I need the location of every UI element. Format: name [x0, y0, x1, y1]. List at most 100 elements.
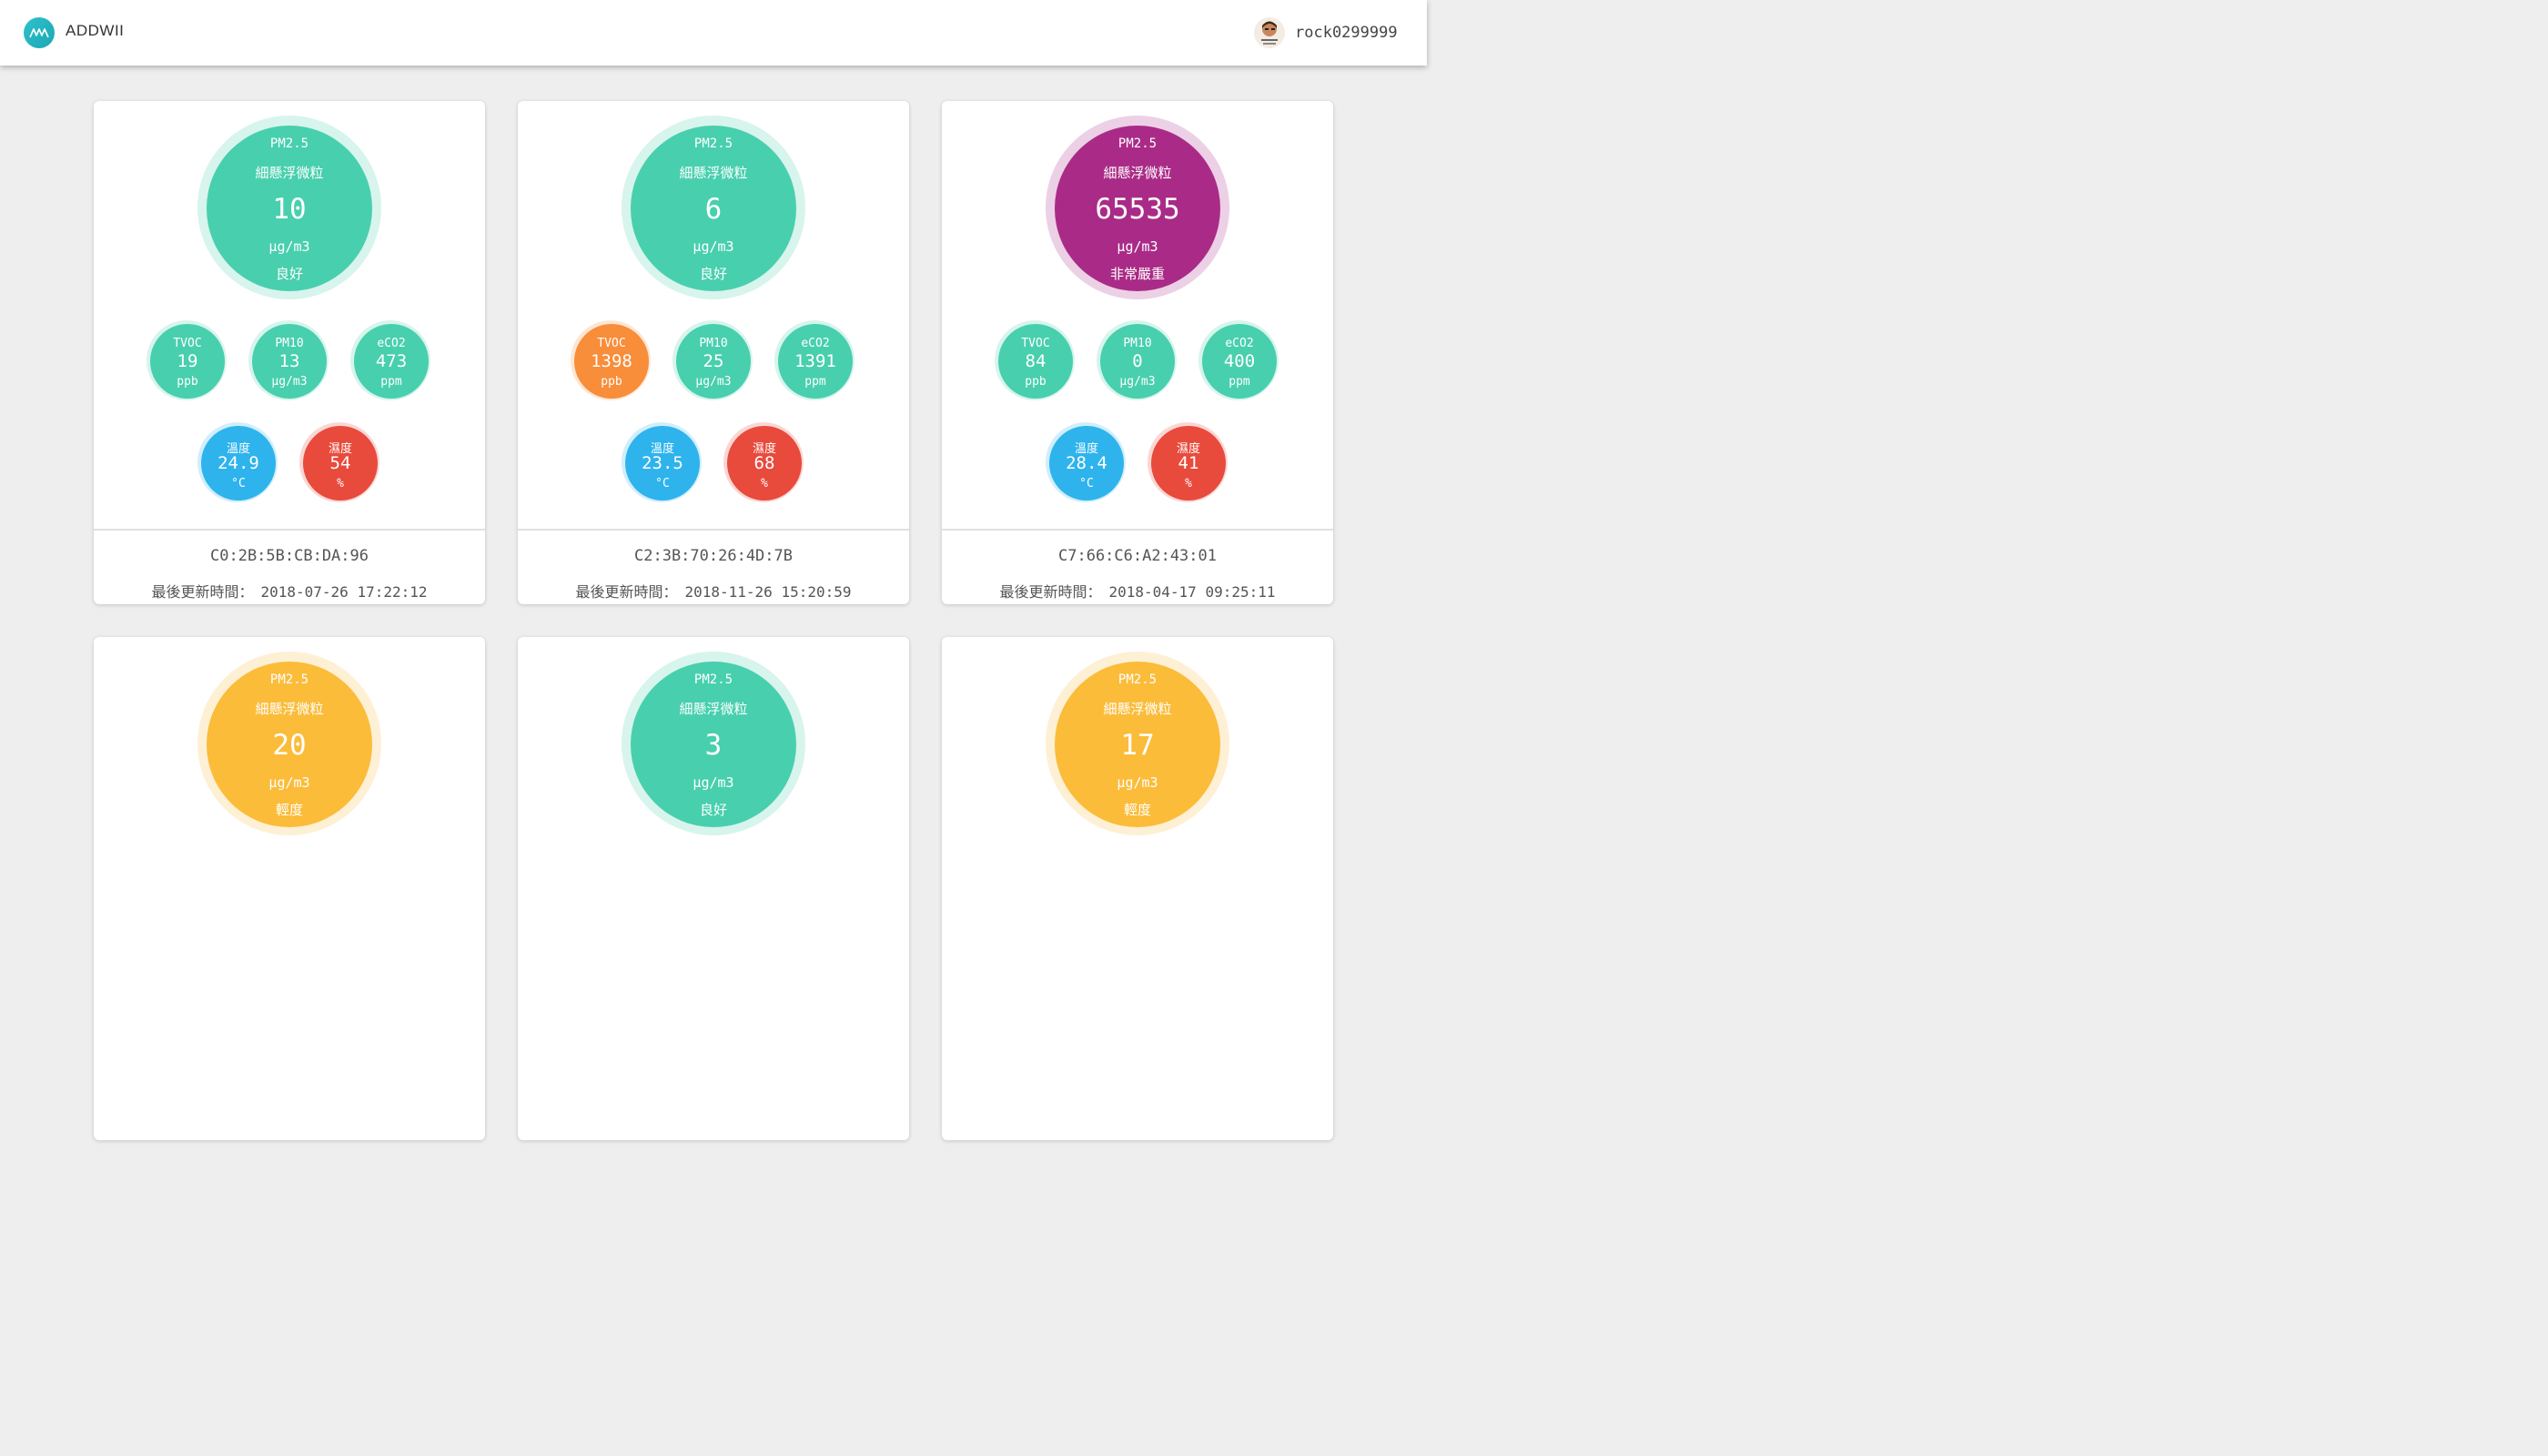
temp-unit: °C: [231, 477, 246, 490]
pm25-reading-circle[interactable]: PM2.5 細懸浮微粒 10 µg/m3 良好: [207, 126, 372, 291]
pm10-value: 25: [703, 351, 724, 371]
humi-reading-circle[interactable]: 濕度 41%: [1151, 426, 1226, 500]
pm10-label: PM10: [1123, 337, 1152, 350]
pm25-reading-circle[interactable]: PM2.5 細懸浮微粒 6 µg/m3 良好: [631, 126, 796, 291]
humi-unit: %: [1185, 477, 1192, 490]
humi-value: 68: [753, 453, 775, 473]
device-card[interactable]: PM2.5 細懸浮微粒 20 µg/m3 輕度: [94, 637, 485, 1140]
tvoc-reading-circle[interactable]: TVOC 19 ppb: [150, 324, 225, 399]
temp-reading-circle[interactable]: 溫度 23.5 °C: [625, 426, 700, 500]
pm10-reading-circle[interactable]: PM10 13 µg/m3: [252, 324, 327, 399]
temp-reading-circle[interactable]: 溫度 28.4 °C: [1049, 426, 1124, 500]
username[interactable]: rock0299999: [1295, 24, 1398, 42]
addwii-logo-icon[interactable]: [24, 17, 55, 48]
last-updated: 最後更新時間： 2018-07-26 17:22:12: [94, 580, 485, 602]
last-updated-time: 2018-07-26 17:22:12: [260, 583, 428, 601]
device-card[interactable]: PM2.5 細懸浮微粒 65535 µg/m3 非常嚴重 TVOC 84 ppb PM10 0 µg…: [942, 101, 1333, 604]
tvoc-unit: ppb: [177, 375, 198, 389]
pm10-unit: µg/m3: [695, 375, 732, 389]
temp-unit: °C: [1079, 477, 1094, 490]
device-mac-address: C7:66:C6:A2:43:01: [1058, 547, 1217, 565]
temp-unit: °C: [655, 477, 670, 490]
eco2-reading-circle[interactable]: eCO2 473 ppm: [354, 324, 429, 399]
device-card[interactable]: PM2.5 細懸浮微粒 3 µg/m3 良好: [518, 637, 909, 1140]
pm10-value: 0: [1132, 351, 1143, 371]
pm25-status: 輕度: [275, 802, 303, 818]
tvoc-reading-circle[interactable]: TVOC 84 ppb: [998, 324, 1073, 399]
last-updated-label: 最後更新時間：: [999, 583, 1102, 601]
pm10-unit: µg/m3: [271, 375, 308, 389]
pm25-name: 細懸浮微粒: [255, 701, 324, 717]
card-footer: C0:2B:5B:CB:DA:96 最後更新時間： 2018-07-26 17:22…: [94, 529, 485, 604]
humi-reading-circle[interactable]: 濕度 68%: [727, 426, 802, 500]
pm25-reading-circle[interactable]: PM2.5 細懸浮微粒 17 µg/m3 輕度: [1055, 662, 1220, 827]
pm25-status: 良好: [699, 266, 727, 282]
pm25-reading-circle[interactable]: PM2.5 細懸浮微粒 3 µg/m3 良好: [631, 662, 796, 827]
eco2-value: 473: [375, 351, 408, 371]
pm10-reading-circle[interactable]: PM10 0 µg/m3: [1100, 324, 1175, 399]
top-app-bar: ADDWII rock0299999: [0, 0, 1427, 66]
pm25-unit: µg/m3: [693, 774, 734, 791]
humi-value: 41: [1178, 453, 1199, 473]
last-updated-label: 最後更新時間：: [151, 583, 254, 601]
brand-name[interactable]: ADDWII: [66, 22, 124, 40]
eco2-reading-circle[interactable]: eCO2 1391 ppm: [778, 324, 853, 399]
eco2-unit: ppm: [1228, 375, 1250, 389]
pm25-status: 良好: [699, 802, 727, 818]
eco2-value: 400: [1223, 351, 1256, 371]
device-mac-address: C2:3B:70:26:4D:7B: [634, 547, 793, 565]
last-updated-time: 2018-04-17 09:25:11: [1108, 583, 1276, 601]
pm25-label: PM2.5: [269, 672, 309, 687]
card-footer: C2:3B:70:26:4D:7B 最後更新時間： 2018-11-26 15:20…: [518, 529, 909, 604]
humi-reading-circle[interactable]: 濕度 54%: [303, 426, 378, 500]
pm25-unit: µg/m3: [1117, 774, 1158, 791]
pm25-name: 細懸浮微粒: [255, 165, 324, 181]
last-updated-label: 最後更新時間：: [575, 583, 678, 601]
pm25-value: 6: [704, 193, 723, 226]
tvoc-label: TVOC: [173, 337, 202, 350]
tvoc-label: TVOC: [597, 337, 626, 350]
tvoc-label: TVOC: [1021, 337, 1050, 350]
pm25-label: PM2.5: [693, 672, 733, 687]
humi-value: 54: [329, 453, 351, 473]
pm25-value: 65535: [1095, 193, 1180, 226]
temp-value: 23.5: [642, 453, 683, 473]
eco2-reading-circle[interactable]: eCO2 400 ppm: [1202, 324, 1277, 399]
pm10-value: 13: [278, 351, 300, 371]
temp-reading-circle[interactable]: 溫度 24.9 °C: [201, 426, 276, 500]
pm25-name: 細懸浮微粒: [1103, 165, 1172, 181]
pm25-value: 3: [704, 729, 723, 762]
user-avatar[interactable]: [1254, 17, 1285, 48]
pm25-value: 20: [272, 729, 307, 762]
pm25-label: PM2.5: [1117, 672, 1158, 687]
temp-value: 28.4: [1066, 453, 1107, 473]
humi-unit: %: [761, 477, 768, 490]
pm25-name: 細懸浮微粒: [1103, 701, 1172, 717]
pm25-unit: µg/m3: [268, 238, 310, 255]
pm25-value: 17: [1120, 729, 1155, 762]
pm25-reading-circle[interactable]: PM2.5 細懸浮微粒 20 µg/m3 輕度: [207, 662, 372, 827]
eco2-value: 1391: [794, 351, 836, 371]
card-footer: C7:66:C6:A2:43:01 最後更新時間： 2018-04-17 09:25…: [942, 529, 1333, 604]
pm25-label: PM2.5: [693, 136, 733, 151]
device-grid: PM2.5 細懸浮微粒 10 µg/m3 良好 TVOC 19 ppb PM10 13 µg/m3 e…: [0, 0, 1427, 1140]
pm25-unit: µg/m3: [693, 238, 734, 255]
tvoc-unit: ppb: [1025, 375, 1046, 389]
pm10-reading-circle[interactable]: PM10 25 µg/m3: [676, 324, 751, 399]
last-updated: 最後更新時間： 2018-11-26 15:20:59: [518, 580, 909, 602]
pm25-status: 良好: [275, 266, 303, 282]
device-card[interactable]: PM2.5 細懸浮微粒 6 µg/m3 良好 TVOC 1398 ppb PM10 25 µg/m3…: [518, 101, 909, 604]
tvoc-value: 1398: [591, 351, 632, 371]
eco2-unit: ppm: [380, 375, 402, 389]
pm10-unit: µg/m3: [1119, 375, 1156, 389]
pm25-name: 細懸浮微粒: [679, 165, 748, 181]
pm25-reading-circle[interactable]: PM2.5 細懸浮微粒 65535 µg/m3 非常嚴重: [1055, 126, 1220, 291]
device-card[interactable]: PM2.5 細懸浮微粒 10 µg/m3 良好 TVOC 19 ppb PM10 13 µg/m3 e…: [94, 101, 485, 604]
temp-value: 24.9: [217, 453, 259, 473]
pm10-label: PM10: [699, 337, 728, 350]
tvoc-reading-circle[interactable]: TVOC 1398 ppb: [574, 324, 649, 399]
eco2-unit: ppm: [804, 375, 826, 389]
pm25-label: PM2.5: [269, 136, 309, 151]
device-card[interactable]: PM2.5 細懸浮微粒 17 µg/m3 輕度: [942, 637, 1333, 1140]
pm25-label: PM2.5: [1117, 136, 1158, 151]
